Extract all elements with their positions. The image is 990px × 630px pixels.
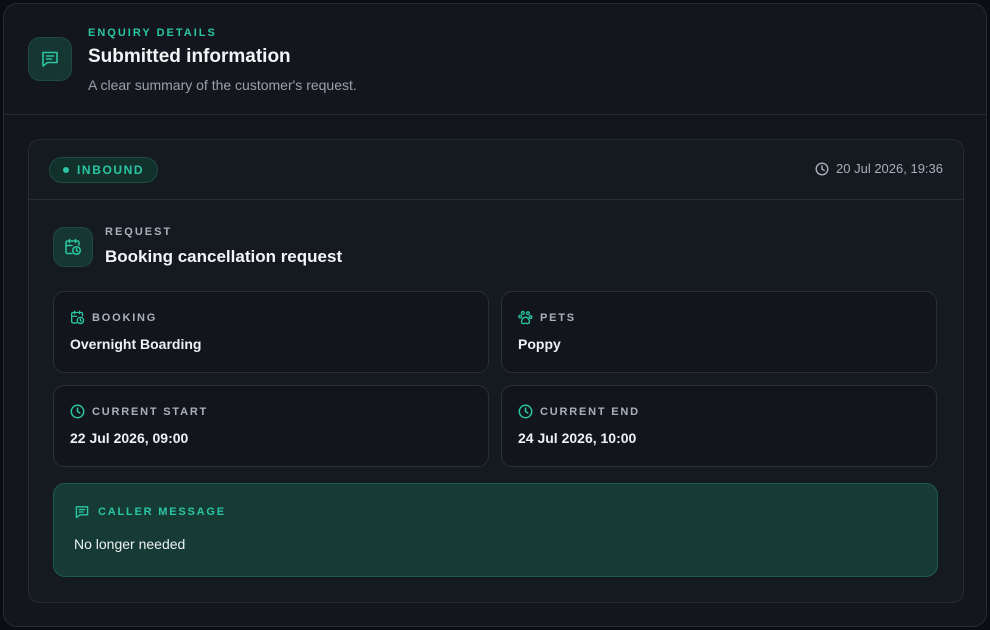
current-start-value: 22 Jul 2026, 09:00	[70, 430, 189, 446]
enquiry-timestamp: 20 Jul 2026, 19:36	[815, 161, 943, 176]
caller-message-box: CALLER MESSAGE No longer needed	[53, 483, 938, 577]
page-subtitle: A clear summary of the customer's reques…	[88, 77, 357, 93]
caller-message-label: CALLER MESSAGE	[98, 506, 226, 518]
request-title: Booking cancellation request	[105, 247, 343, 266]
calendar-clock-icon	[53, 227, 93, 267]
current-start-field: CURRENT START 22 Jul 2026, 09:00	[53, 385, 489, 467]
clock-icon	[70, 404, 85, 419]
current-end-field: CURRENT END 24 Jul 2026, 10:00	[501, 385, 937, 467]
current-end-label: CURRENT END	[540, 405, 640, 418]
message-lines-icon	[28, 37, 72, 81]
paw-icon	[518, 310, 533, 325]
page-title: Submitted information	[88, 46, 291, 67]
status-dot	[63, 167, 69, 173]
booking-label: BOOKING	[92, 311, 158, 324]
booking-field: BOOKING Overnight Boarding	[53, 291, 489, 373]
pets-field: PETS Poppy	[501, 291, 937, 373]
current-end-value: 24 Jul 2026, 10:00	[518, 430, 637, 446]
booking-value: Overnight Boarding	[70, 336, 202, 352]
enquiry-panel-header: INBOUND 20 Jul 2026, 19:36	[29, 140, 963, 200]
message-lines-icon	[75, 506, 89, 519]
pets-value: Poppy	[518, 336, 561, 352]
timestamp-text: 20 Jul 2026, 19:36	[836, 161, 943, 176]
current-start-label: CURRENT START	[92, 405, 209, 418]
enquiry-panel: INBOUND 20 Jul 2026, 19:36 REQUEST Booki…	[28, 139, 964, 603]
direction-badge: INBOUND	[49, 157, 159, 183]
calendar-clock-icon	[71, 310, 85, 325]
card-header: ENQUIRY DETAILS Submitted information A …	[4, 4, 986, 115]
pets-label: PETS	[540, 311, 576, 324]
caller-message-text: No longer needed	[74, 536, 186, 552]
section-eyebrow: ENQUIRY DETAILS	[88, 27, 217, 39]
clock-icon	[815, 161, 829, 176]
enquiry-details-card: ENQUIRY DETAILS Submitted information A …	[3, 3, 987, 627]
clock-icon	[518, 404, 533, 419]
direction-badge-label: INBOUND	[77, 163, 145, 177]
request-label: REQUEST	[105, 226, 173, 238]
